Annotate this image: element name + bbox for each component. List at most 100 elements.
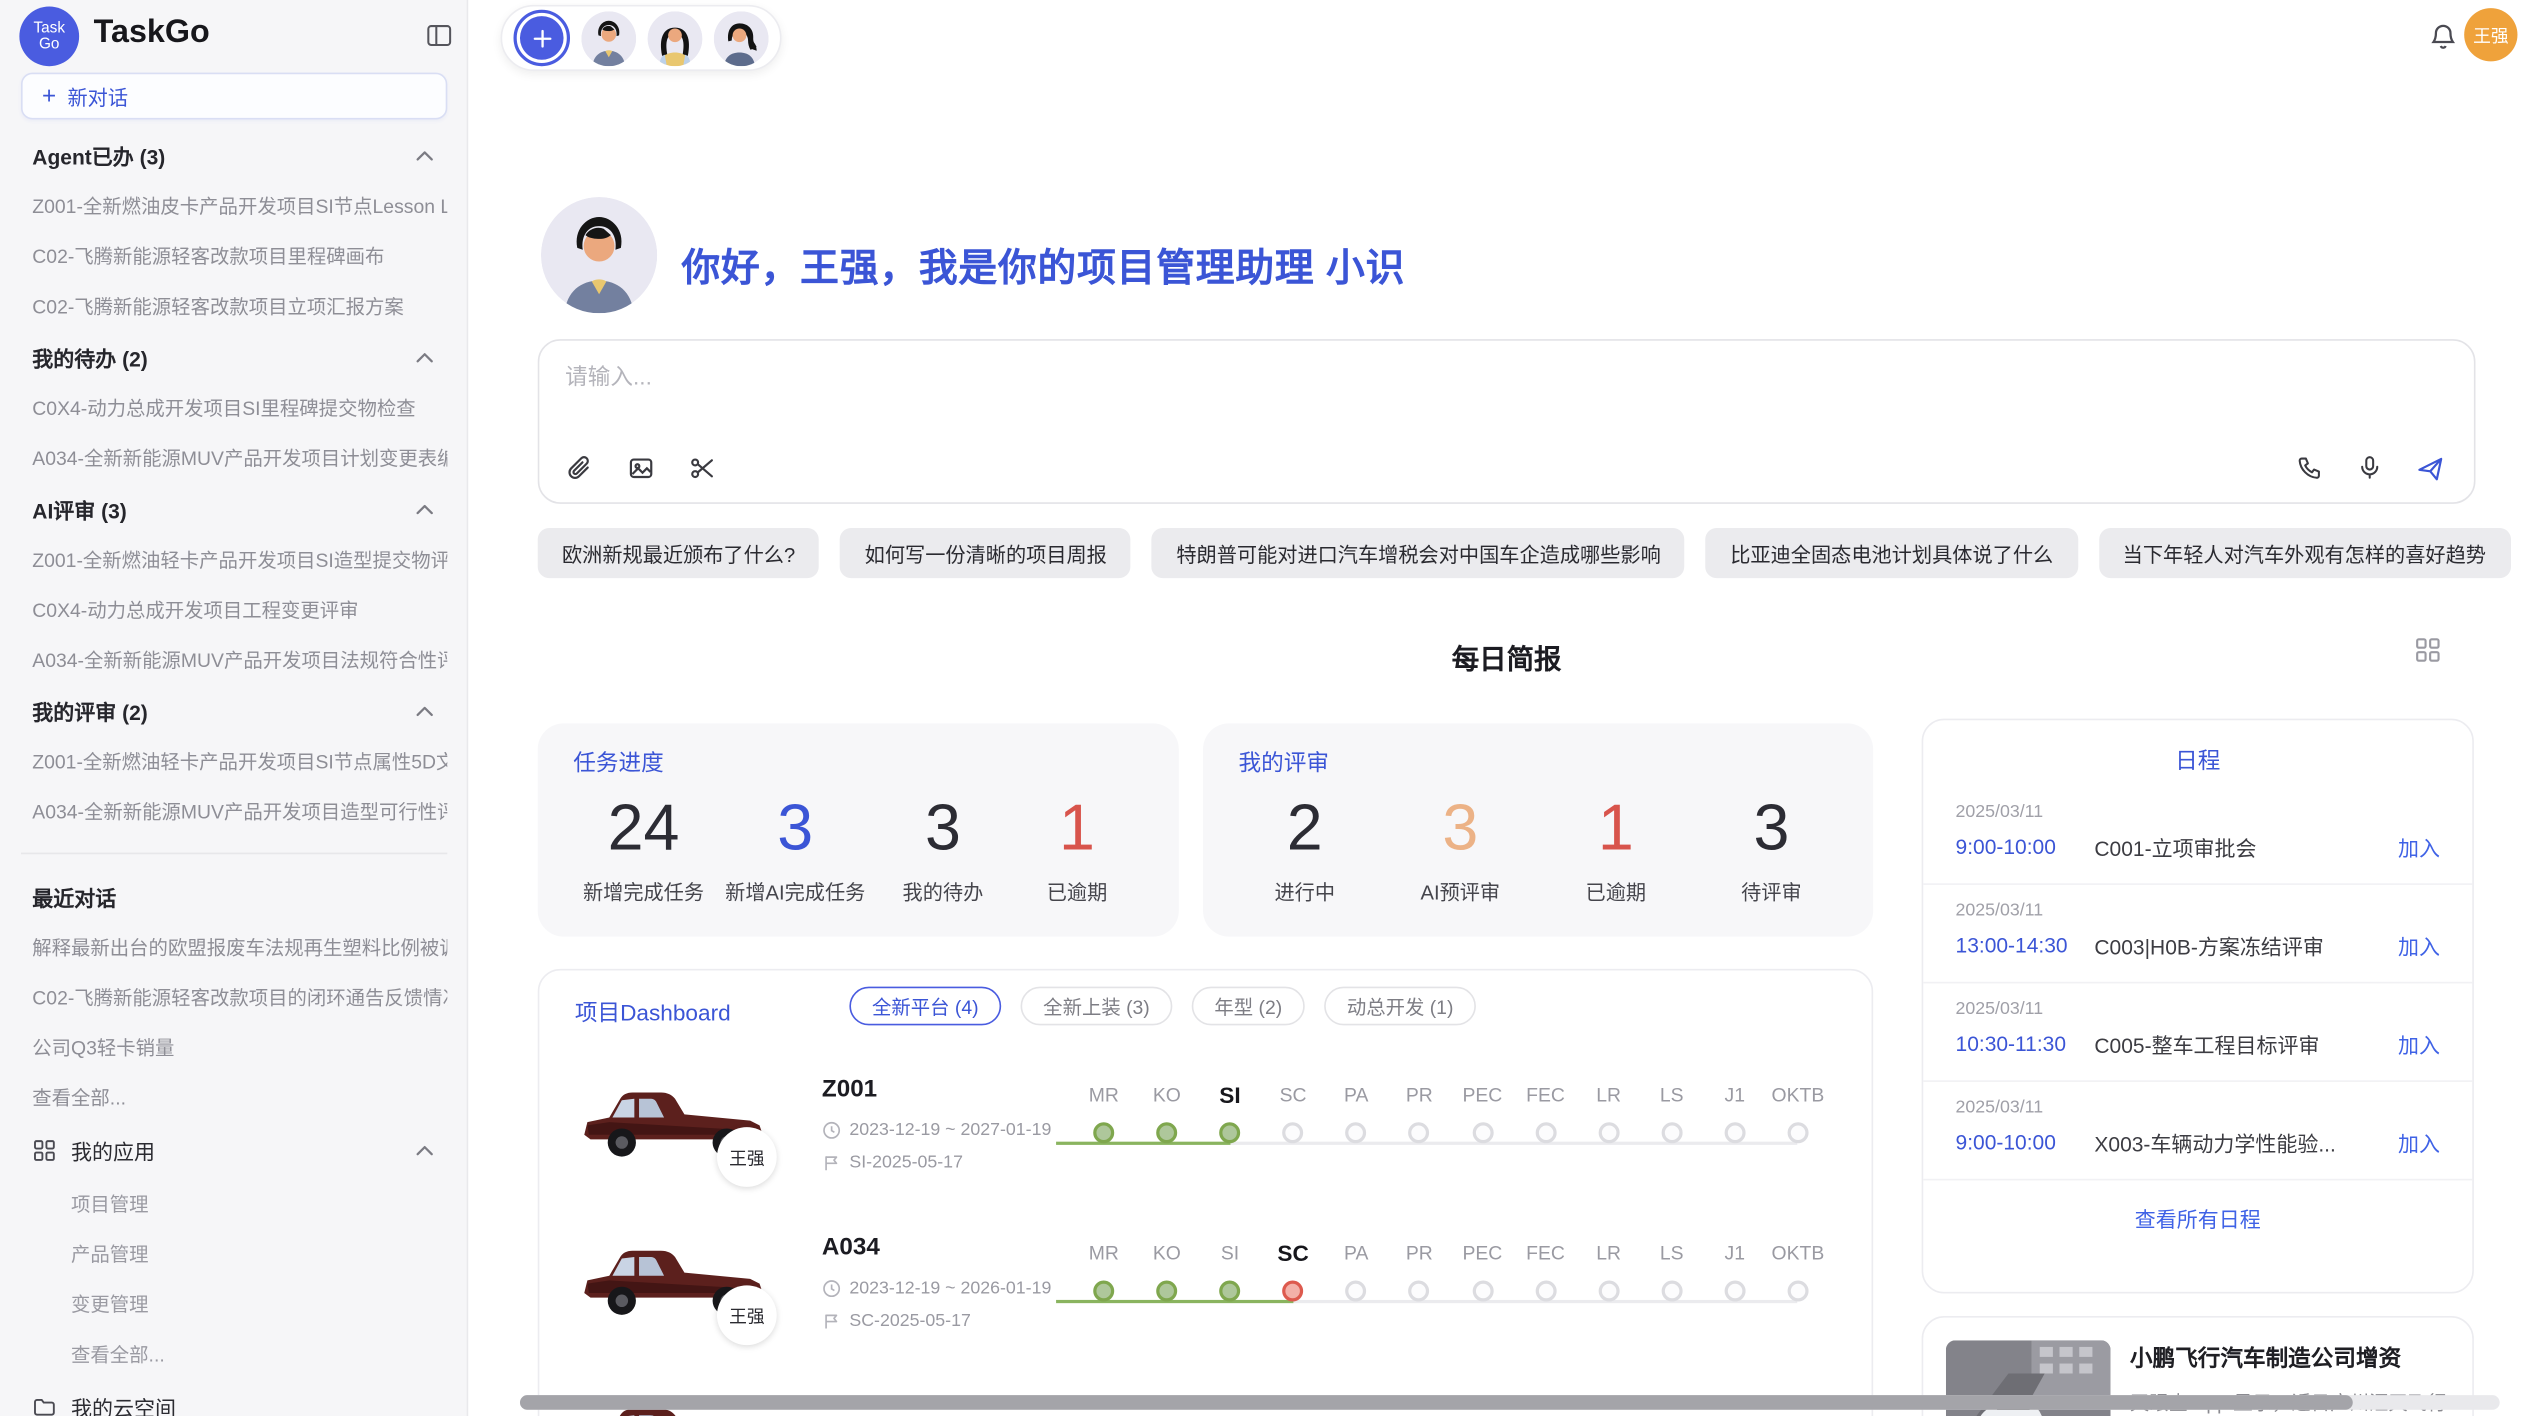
app-sub-item[interactable]: 查看全部... (21, 1329, 447, 1379)
sidebar-item[interactable]: C02-飞腾新能源轻客改款项目立项汇报方案 (21, 281, 447, 331)
sidebar-item[interactable]: C0X4-动力总成开发项目工程变更评审 (21, 585, 447, 635)
milestone-label: SI (1198, 1079, 1261, 1111)
agent-avatar-1[interactable] (581, 10, 636, 65)
taskgo-logo: Task Go (19, 6, 79, 66)
project-flag-text: SI-2025-05-17 (849, 1153, 963, 1172)
project-row[interactable]: 王强Z0012023-12-19 ~ 2027-01-19SI-2025-05-… (539, 1059, 1871, 1217)
sidebar-item[interactable]: Z001-全新燃油轻卡产品开发项目SI造型提交物评审 (21, 534, 447, 584)
join-link[interactable]: 加入 (2398, 1127, 2440, 1158)
flag-icon (822, 1153, 841, 1172)
milestone-ko: KO (1135, 1237, 1198, 1331)
grid-icon[interactable] (2414, 636, 2441, 663)
project-row[interactable]: 王强A0342023-12-19 ~ 2026-01-19SC-2025-05-… (539, 1218, 1871, 1376)
chevron-up-icon[interactable] (413, 145, 436, 168)
join-link[interactable]: 加入 (2398, 1029, 2440, 1060)
recent-item[interactable]: C02-飞腾新能源轻客改款项目的闭环通告反馈情况 (21, 972, 447, 1022)
dashboard-filter[interactable]: 动总开发 (1) (1324, 987, 1476, 1026)
milestone-dot (1724, 1281, 1745, 1302)
milestone-label: SC (1262, 1237, 1325, 1269)
milestone-progress-line (1055, 1300, 1293, 1303)
milestone-remaining-line (1230, 1142, 1798, 1145)
milestone-si: SI (1198, 1237, 1261, 1331)
stat-card: 任务进度24新增完成任务3新增AI完成任务3我的待办1已逾期 (538, 723, 1179, 936)
app-sub-item[interactable]: 产品管理 (21, 1229, 447, 1279)
join-link[interactable]: 加入 (2398, 832, 2440, 863)
sidebar: Task Go TaskGo + 新对话 Agent已办 (3)Z001-全新燃… (0, 0, 468, 1416)
sidebar-item[interactable]: Z001-全新燃油轻卡产品开发项目SI节点属性5D文件评审 (21, 736, 447, 786)
sidebar-item[interactable]: A034-全新新能源MUV产品开发项目造型可行性评审 (21, 786, 447, 836)
image-icon[interactable] (627, 454, 656, 483)
scissors-icon[interactable] (688, 454, 717, 483)
agent-avatar-3[interactable] (714, 10, 769, 65)
sidebar-section-header[interactable]: 我的评审 (2) (21, 685, 447, 737)
recent-item[interactable]: 查看全部... (21, 1072, 447, 1122)
milestone-pr: PR (1388, 1237, 1451, 1331)
chevron-up-icon[interactable] (413, 700, 436, 723)
new-chat-button[interactable]: + 新对话 (21, 73, 447, 120)
phone-icon[interactable] (2296, 454, 2325, 483)
sidebar-item[interactable]: A034-全新新能源MUV产品开发项目法规符合性评审 (21, 635, 447, 685)
schedule-time: 9:00-10:00 (1956, 835, 2095, 859)
recent-item[interactable]: 公司Q3轻卡销量 (21, 1022, 447, 1072)
chevron-up-icon[interactable] (413, 1139, 436, 1162)
milestone-label: PA (1325, 1237, 1388, 1269)
app-sub-item[interactable]: 变更管理 (21, 1279, 447, 1329)
sidebar-item[interactable]: Z001-全新燃油皮卡产品开发项目SI节点Lesson Learn报告 (21, 181, 447, 231)
milestone-ls: LS (1640, 1237, 1703, 1331)
chat-input[interactable] (565, 360, 2341, 438)
user-avatar[interactable]: 王强 (2464, 8, 2517, 61)
schedule-row: 13:00-14:30C003|H0B-方案冻结评审加入 (1956, 930, 2440, 961)
agent-avatar-2[interactable] (648, 10, 703, 65)
sidebar-item-my-apps[interactable]: 我的应用 (21, 1122, 447, 1179)
bell-icon[interactable] (2427, 21, 2459, 53)
add-agent-button[interactable] (514, 10, 571, 67)
project-flag: SC-2025-05-17 (822, 1311, 971, 1330)
paperclip-icon[interactable] (565, 454, 594, 483)
suggestion-chip[interactable]: 欧洲新规最近颁布了什么? (538, 528, 820, 578)
stat-value: 24 (583, 791, 704, 865)
schedule-time: 10:30-11:30 (1956, 1032, 2095, 1056)
schedule-entry: 2025/03/119:00-10:00X003-车辆动力学性能验...加入 (1923, 1082, 2472, 1181)
dashboard-filter[interactable]: 年型 (2) (1192, 987, 1305, 1026)
send-icon[interactable] (2416, 454, 2445, 483)
schedule-event-title: X003-车辆动力学性能验... (2094, 1127, 2398, 1158)
plus-icon (520, 16, 564, 60)
stat-value: 3 (886, 791, 999, 865)
mic-icon[interactable] (2356, 454, 2385, 483)
join-link[interactable]: 加入 (2398, 930, 2440, 961)
chevron-up-icon[interactable] (413, 498, 436, 521)
milestone-dot (1535, 1122, 1556, 1143)
stat-label: 已逾期 (1559, 875, 1672, 906)
dashboard-filter[interactable]: 全新上装 (3) (1021, 987, 1173, 1026)
sidebar-collapse-icon[interactable] (425, 21, 454, 50)
sidebar-section-header[interactable]: AI评审 (3) (21, 483, 447, 535)
milestone-dot (1409, 1281, 1430, 1302)
scrollbar-thumb[interactable] (520, 1395, 2353, 1410)
sidebar-item[interactable]: C0X4-动力总成开发项目SI里程碑提交物检查 (21, 383, 447, 433)
schedule-row: 10:30-11:30C005-整车工程目标评审加入 (1956, 1029, 2440, 1060)
sidebar-item-folder[interactable]: 我的云空间 (21, 1379, 447, 1416)
sidebar-section-header[interactable]: Agent已办 (3) (21, 129, 447, 181)
recent-item[interactable]: 解释最新出台的欧盟报废车法规再生塑料比例被调至15%... (21, 922, 447, 972)
sidebar-section-header[interactable]: 我的待办 (2) (21, 331, 447, 383)
chevron-up-icon[interactable] (413, 346, 436, 369)
milestone-dot (1661, 1122, 1682, 1143)
suggestion-chip[interactable]: 比亚迪全固态电池计划具体说了什么 (1706, 528, 2077, 578)
schedule-event-title: C001-立项审批会 (2094, 832, 2398, 863)
view-all-schedule-link[interactable]: 查看所有日程 (1923, 1203, 2472, 1234)
milestone-dot (1598, 1281, 1619, 1302)
milestone-label: J1 (1703, 1237, 1766, 1269)
dashboard-filter[interactable]: 全新平台 (4) (849, 987, 1001, 1026)
dashboard-filters: 全新平台 (4) 全新上装 (3) 年型 (2) 动总开发 (1) (849, 987, 1476, 1026)
suggestion-chip[interactable]: 特朗普可能对进口汽车增税会对中国车企造成哪些影响 (1152, 528, 1685, 578)
schedule-entry: 2025/03/1110:30-11:30C005-整车工程目标评审加入 (1923, 983, 2472, 1082)
sidebar-item[interactable]: A034-全新新能源MUV产品开发项目计划变更表编写 (21, 433, 447, 483)
milestone-dot (1346, 1281, 1367, 1302)
milestone-dot (1156, 1122, 1177, 1143)
milestone-oktb: OKTB (1766, 1079, 1829, 1173)
suggestion-chip[interactable]: 当下年轻人对汽车外观有怎样的喜好趋势 (2098, 528, 2510, 578)
milestone-pa: PA (1325, 1079, 1388, 1173)
suggestion-chip[interactable]: 如何写一份清晰的项目周报 (840, 528, 1131, 578)
sidebar-item[interactable]: C02-飞腾新能源轻客改款项目里程碑画布 (21, 231, 447, 281)
app-sub-item[interactable]: 项目管理 (21, 1179, 447, 1229)
